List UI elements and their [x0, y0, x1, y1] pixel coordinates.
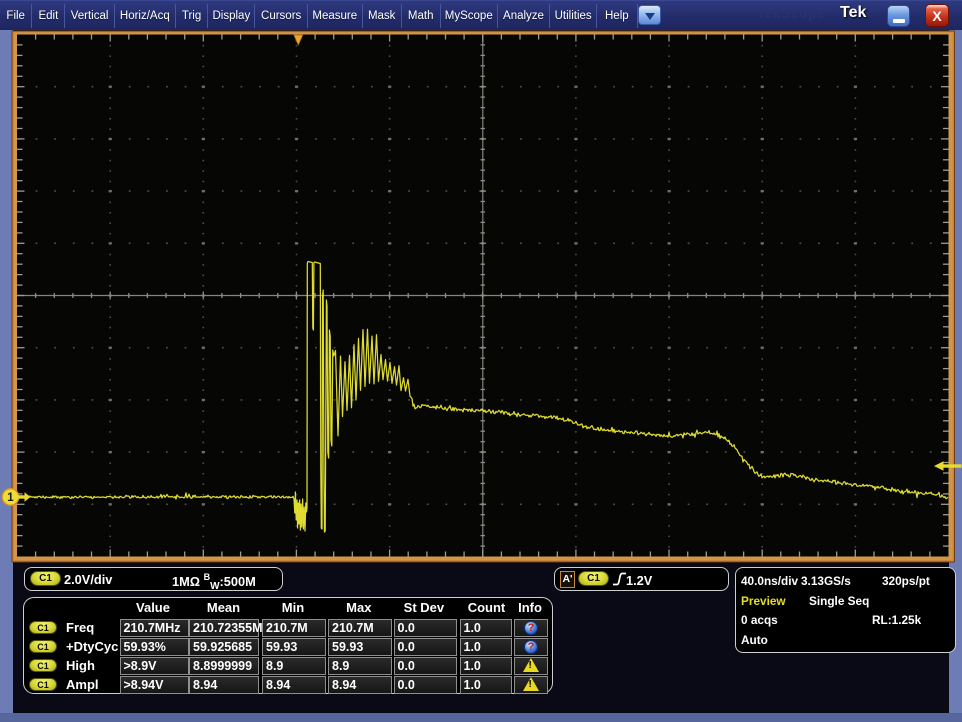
svg-text:1: 1 [7, 492, 14, 504]
